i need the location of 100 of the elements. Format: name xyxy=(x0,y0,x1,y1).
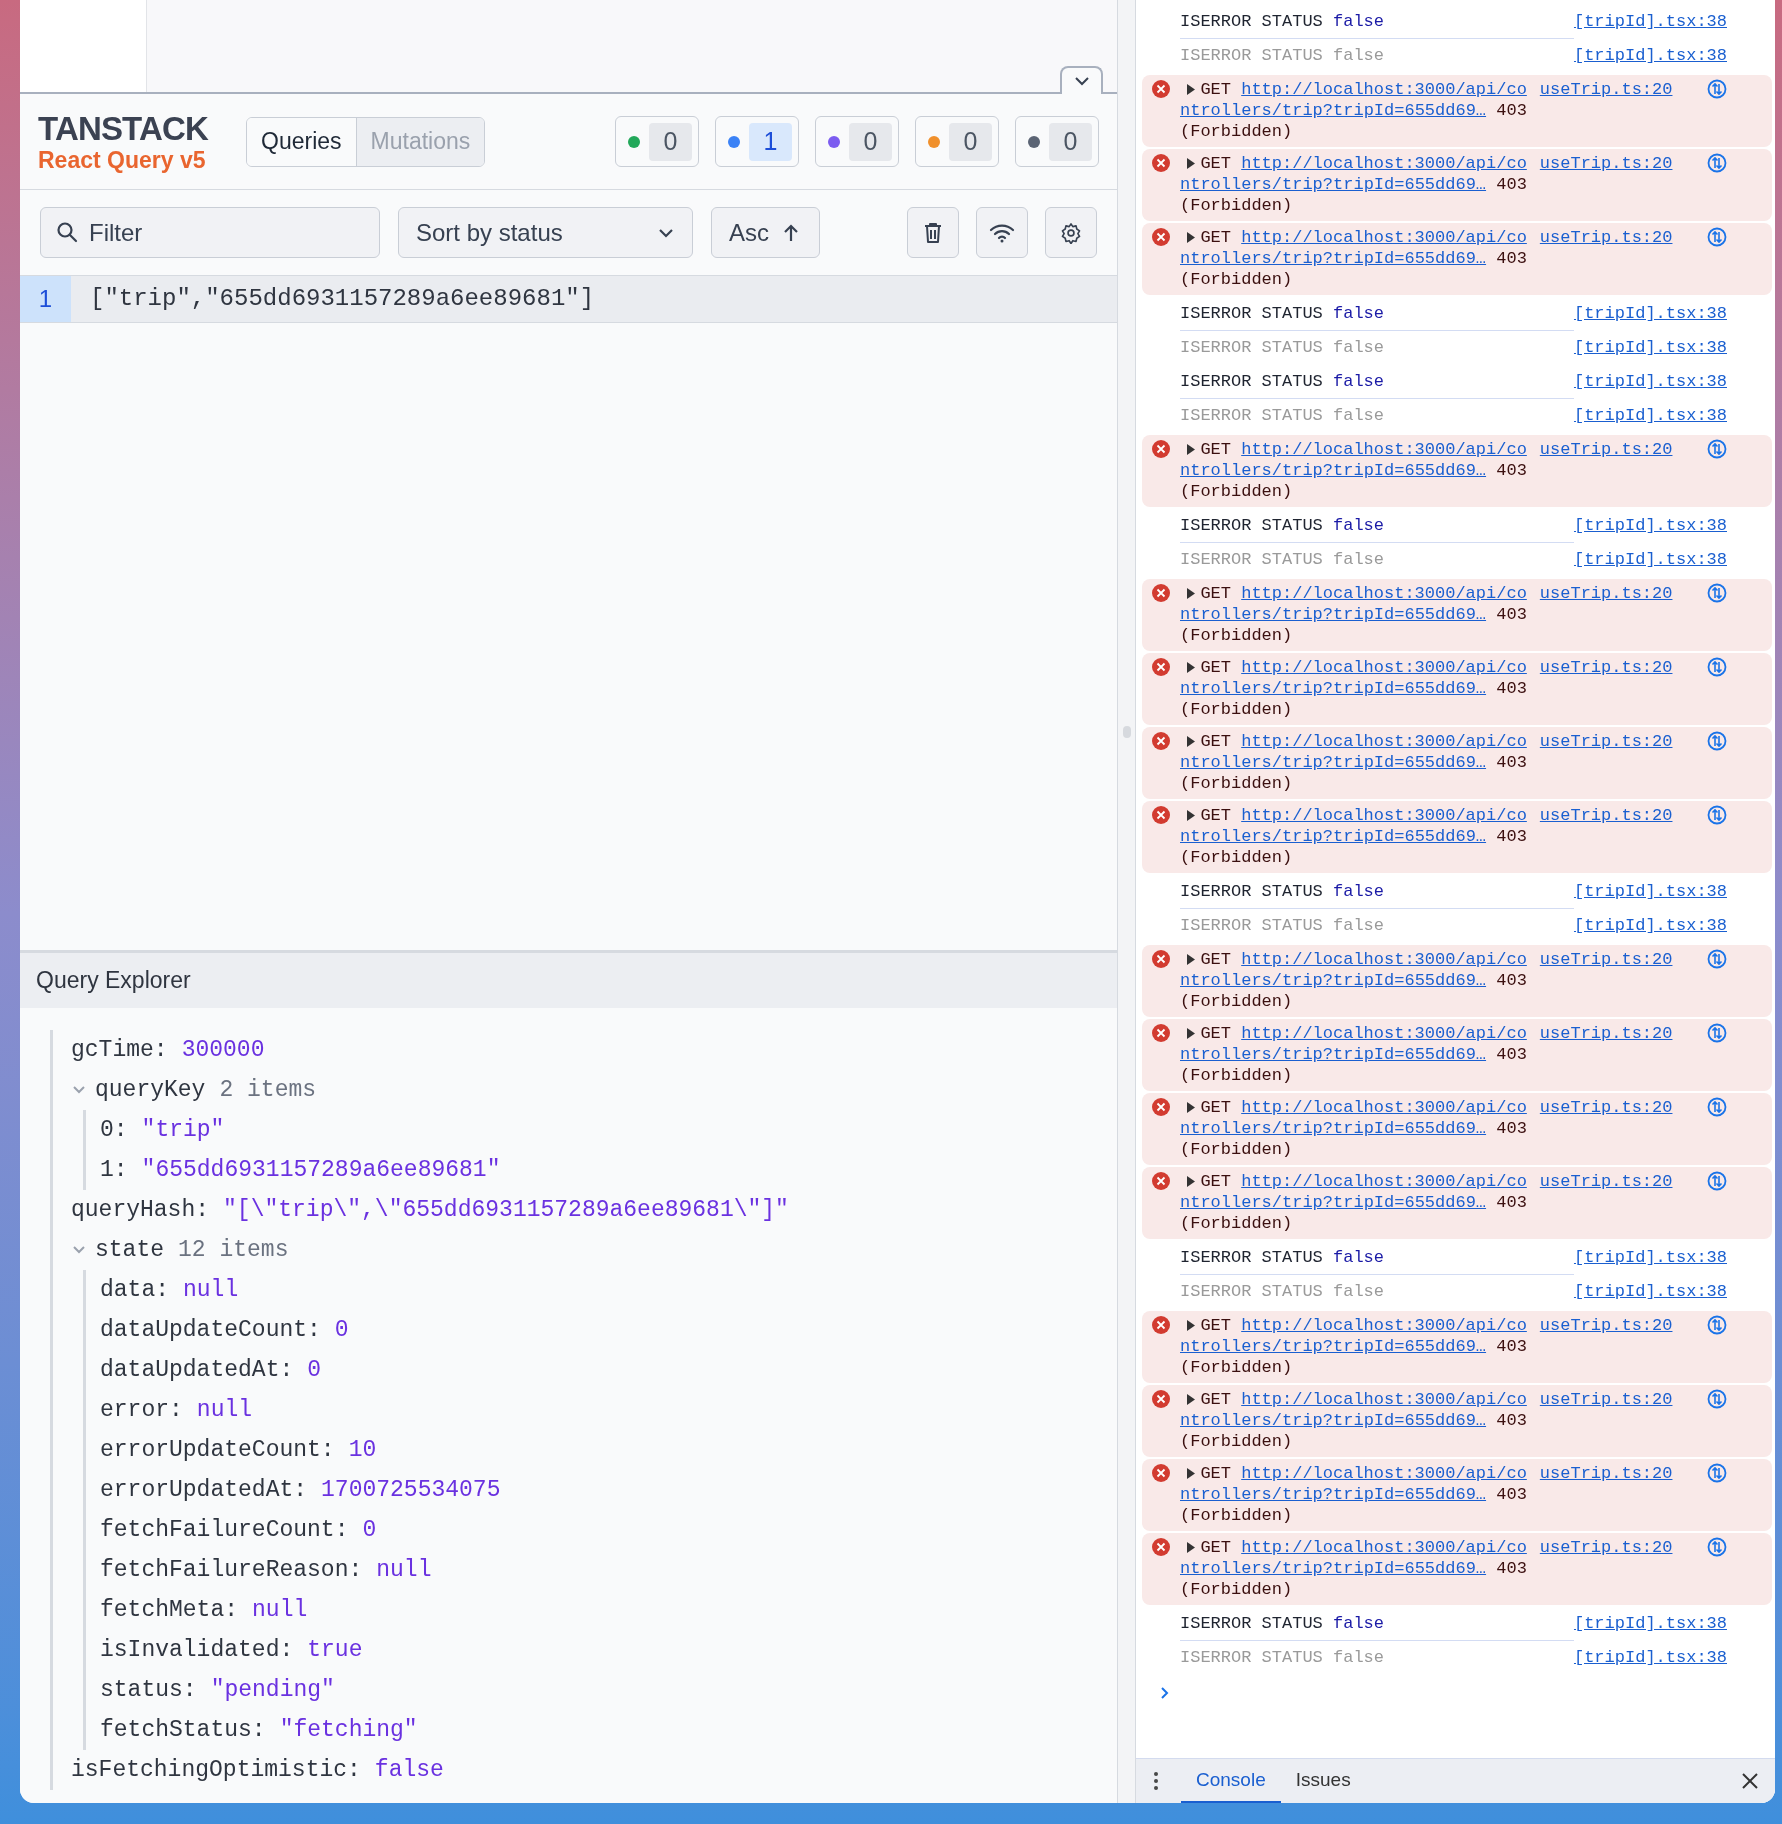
sort-order-button[interactable]: Asc xyxy=(711,207,820,258)
tree-value: "fetching" xyxy=(279,1715,418,1745)
expandable-error-text[interactable]: GET http://localhost:3000/api/controllers/trip?tripId=655dd69… 403 (Forbidden) xyxy=(1180,79,1530,142)
network-request-button[interactable] xyxy=(1707,583,1727,603)
source-link[interactable]: useTrip.ts:20 xyxy=(1539,1537,1673,1558)
source-link[interactable]: useTrip.ts:20 xyxy=(1539,1023,1673,1044)
tree-key: errorUpdateCount: xyxy=(100,1432,335,1468)
source-link[interactable]: [tripId].tsx:38 xyxy=(1573,879,1727,905)
network-request-button[interactable] xyxy=(1707,1315,1727,1335)
query-row[interactable]: 1 ["trip","655dd6931157289a6ee89681"] xyxy=(20,276,1117,323)
tree-toggle[interactable]: state xyxy=(71,1232,164,1268)
brand-title: TANSTACK xyxy=(38,110,210,147)
error-icon xyxy=(1152,1172,1170,1190)
expandable-error-text[interactable]: GET http://localhost:3000/api/controllers/trip?tripId=655dd69… 403 (Forbidden) xyxy=(1180,1537,1530,1600)
source-link[interactable]: useTrip.ts:20 xyxy=(1539,1315,1673,1336)
tree-toggle[interactable]: queryKey xyxy=(71,1072,206,1108)
source-link[interactable]: useTrip.ts:20 xyxy=(1539,657,1673,678)
expandable-error-text[interactable]: GET http://localhost:3000/api/controllers/trip?tripId=655dd69… 403 (Forbidden) xyxy=(1180,657,1530,720)
console-tab[interactable]: Console xyxy=(1181,1759,1281,1803)
caret-right-icon xyxy=(1185,1468,1195,1479)
clear-cache-button[interactable] xyxy=(907,207,959,258)
status-counter[interactable]: 0 xyxy=(615,116,699,167)
offline-toggle-button[interactable] xyxy=(976,207,1028,258)
error-icon xyxy=(1152,1024,1170,1042)
tree-value: null xyxy=(376,1555,432,1585)
log-message: ISERROR STATUS false xyxy=(1180,915,1386,938)
network-request-button[interactable] xyxy=(1707,439,1727,459)
source-link[interactable]: [tripId].tsx:38 xyxy=(1573,369,1727,395)
status-counter[interactable]: 1 xyxy=(715,116,799,167)
network-request-button[interactable] xyxy=(1707,1097,1727,1117)
source-link[interactable]: useTrip.ts:20 xyxy=(1539,439,1673,460)
network-request-button[interactable] xyxy=(1707,1463,1727,1483)
up-down-arrows-icon xyxy=(1707,153,1727,173)
expandable-error-text[interactable]: GET http://localhost:3000/api/controllers/trip?tripId=655dd69… 403 (Forbidden) xyxy=(1180,439,1530,502)
expandable-error-text[interactable]: GET http://localhost:3000/api/controllers/trip?tripId=655dd69… 403 (Forbidden) xyxy=(1180,1315,1530,1378)
source-link[interactable]: useTrip.ts:20 xyxy=(1539,1097,1673,1118)
kebab-menu-icon xyxy=(1153,1771,1159,1791)
source-link[interactable]: useTrip.ts:20 xyxy=(1539,949,1673,970)
expandable-error-text[interactable]: GET http://localhost:3000/api/controllers/trip?tripId=655dd69… 403 (Forbidden) xyxy=(1180,949,1530,1012)
source-link[interactable]: useTrip.ts:20 xyxy=(1539,731,1673,752)
source-link[interactable]: [tripId].tsx:38 xyxy=(1573,301,1727,327)
caret-right-icon xyxy=(1185,1542,1195,1553)
settings-button[interactable] xyxy=(1045,207,1097,258)
source-link[interactable]: [tripId].tsx:38 xyxy=(1573,913,1727,939)
caret-right-icon xyxy=(1185,954,1195,965)
caret-right-icon xyxy=(1185,1028,1195,1039)
tree-key: dataUpdateCount: xyxy=(100,1312,321,1348)
expandable-error-text[interactable]: GET http://localhost:3000/api/controllers/trip?tripId=655dd69… 403 (Forbidden) xyxy=(1180,1389,1530,1452)
source-link[interactable]: useTrip.ts:20 xyxy=(1539,227,1673,248)
network-request-button[interactable] xyxy=(1707,657,1727,677)
network-request-button[interactable] xyxy=(1707,79,1727,99)
network-request-button[interactable] xyxy=(1707,1023,1727,1043)
log-message: ISERROR STATUS false xyxy=(1180,549,1386,572)
tree-key: 0: xyxy=(100,1112,128,1148)
error-icon xyxy=(1152,1098,1170,1116)
settings-icon xyxy=(1060,221,1082,244)
source-link[interactable]: [tripId].tsx:38 xyxy=(1573,335,1727,361)
expandable-error-text[interactable]: GET http://localhost:3000/api/controllers/trip?tripId=655dd69… 403 (Forbidden) xyxy=(1180,731,1530,794)
status-counter[interactable]: 0 xyxy=(815,116,899,167)
source-link[interactable]: [tripId].tsx:38 xyxy=(1573,43,1727,69)
source-link[interactable]: [tripId].tsx:38 xyxy=(1573,1611,1727,1637)
source-link[interactable]: [tripId].tsx:38 xyxy=(1573,1279,1727,1305)
expandable-error-text[interactable]: GET http://localhost:3000/api/controllers/trip?tripId=655dd69… 403 (Forbidden) xyxy=(1180,1171,1530,1234)
source-link[interactable]: useTrip.ts:20 xyxy=(1539,153,1673,174)
status-counter[interactable]: 0 xyxy=(1015,116,1099,167)
source-link[interactable]: [tripId].tsx:38 xyxy=(1573,547,1727,573)
source-link[interactable]: [tripId].tsx:38 xyxy=(1573,403,1727,429)
expandable-error-text[interactable]: GET http://localhost:3000/api/controllers/trip?tripId=655dd69… 403 (Forbidden) xyxy=(1180,1097,1530,1160)
source-link[interactable]: useTrip.ts:20 xyxy=(1539,79,1673,100)
collapse-button[interactable] xyxy=(1060,66,1103,94)
source-link[interactable]: [tripId].tsx:38 xyxy=(1573,513,1727,539)
status-counter[interactable]: 0 xyxy=(915,116,999,167)
caret-right-icon xyxy=(1185,1102,1195,1113)
source-link[interactable]: [tripId].tsx:38 xyxy=(1573,9,1727,35)
network-request-button[interactable] xyxy=(1707,731,1727,751)
expandable-error-text[interactable]: GET http://localhost:3000/api/controllers/trip?tripId=655dd69… 403 (Forbidden) xyxy=(1180,227,1530,290)
network-request-button[interactable] xyxy=(1707,1389,1727,1409)
network-request-button[interactable] xyxy=(1707,227,1727,247)
source-link[interactable]: [tripId].tsx:38 xyxy=(1573,1645,1727,1671)
expandable-error-text[interactable]: GET http://localhost:3000/api/controllers/trip?tripId=655dd69… 403 (Forbidden) xyxy=(1180,583,1530,646)
source-link[interactable]: useTrip.ts:20 xyxy=(1539,805,1673,826)
filter-field[interactable]: Filter xyxy=(40,207,380,258)
source-link[interactable]: [tripId].tsx:38 xyxy=(1573,1245,1727,1271)
network-request-button[interactable] xyxy=(1707,153,1727,173)
expandable-error-text[interactable]: GET http://localhost:3000/api/controllers/trip?tripId=655dd69… 403 (Forbidden) xyxy=(1180,805,1530,868)
network-request-button[interactable] xyxy=(1707,1171,1727,1191)
sort-select[interactable]: Sort by status xyxy=(398,207,693,258)
console-tab[interactable]: Issues xyxy=(1280,1759,1366,1803)
source-link[interactable]: useTrip.ts:20 xyxy=(1539,1463,1673,1484)
expandable-error-text[interactable]: GET http://localhost:3000/api/controllers/trip?tripId=655dd69… 403 (Forbidden) xyxy=(1180,153,1530,216)
network-request-button[interactable] xyxy=(1707,805,1727,825)
resize-handle[interactable] xyxy=(1122,725,1131,738)
up-down-arrows-icon xyxy=(1707,1023,1727,1043)
source-link[interactable]: useTrip.ts:20 xyxy=(1539,1389,1673,1410)
expandable-error-text[interactable]: GET http://localhost:3000/api/controllers/trip?tripId=655dd69… 403 (Forbidden) xyxy=(1180,1463,1530,1526)
network-request-button[interactable] xyxy=(1707,1537,1727,1557)
network-request-button[interactable] xyxy=(1707,949,1727,969)
expandable-error-text[interactable]: GET http://localhost:3000/api/controllers/trip?tripId=655dd69… 403 (Forbidden) xyxy=(1180,1023,1530,1086)
source-link[interactable]: useTrip.ts:20 xyxy=(1539,1171,1673,1192)
source-link[interactable]: useTrip.ts:20 xyxy=(1539,583,1673,604)
